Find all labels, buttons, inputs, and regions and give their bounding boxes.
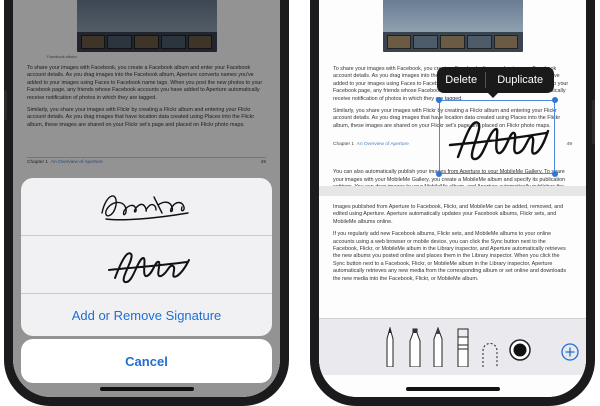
resize-handle[interactable] bbox=[552, 171, 558, 177]
add-remove-signature-button[interactable]: Add or Remove Signature bbox=[21, 294, 272, 336]
left-phone: Facebook album To share your images with… bbox=[4, 0, 289, 406]
signature-selection-box[interactable] bbox=[436, 97, 558, 177]
cancel-button[interactable]: Cancel bbox=[21, 339, 272, 383]
signature-option-1[interactable] bbox=[21, 178, 272, 236]
page-number: 49 bbox=[566, 142, 572, 148]
page-separator bbox=[319, 186, 586, 196]
pen-tool-icon[interactable] bbox=[385, 327, 395, 367]
document-paragraph: Images published from Aperture to Facebo… bbox=[333, 203, 564, 225]
context-menu: Delete Duplicate bbox=[437, 67, 554, 93]
signature-option-2[interactable] bbox=[21, 236, 272, 294]
chapter-label: Chapter 1 bbox=[333, 142, 355, 148]
resize-handle[interactable] bbox=[436, 97, 442, 103]
resize-handle[interactable] bbox=[436, 171, 442, 177]
volume-button bbox=[4, 90, 7, 120]
signature-sheet: Add or Remove Signature bbox=[21, 178, 272, 336]
marker-tool-icon[interactable] bbox=[409, 327, 421, 367]
eraser-tool-icon[interactable] bbox=[457, 327, 469, 367]
left-screen: Facebook album To share your images with… bbox=[13, 0, 280, 397]
home-indicator[interactable] bbox=[405, 387, 500, 391]
chapter-link[interactable]: An Overview of Aperture bbox=[357, 142, 409, 147]
right-screen: To share your images with Facebook, you … bbox=[319, 0, 586, 397]
context-menu-pointer bbox=[487, 92, 499, 98]
pencil-tool-icon[interactable] bbox=[433, 327, 443, 367]
document-paragraph: If you regularly add new Facebook albums… bbox=[333, 231, 567, 282]
signature-1-image bbox=[100, 194, 189, 220]
signature-2-image bbox=[107, 251, 190, 283]
side-button bbox=[592, 100, 595, 144]
placed-signature[interactable] bbox=[440, 101, 554, 173]
document-photo bbox=[382, 0, 523, 52]
resize-handle[interactable] bbox=[552, 97, 558, 103]
home-indicator[interactable] bbox=[99, 387, 194, 391]
markup-toolbar bbox=[319, 318, 586, 375]
add-icon[interactable] bbox=[561, 343, 579, 361]
right-phone: To share your images with Facebook, you … bbox=[310, 0, 595, 406]
duplicate-menu-item[interactable]: Duplicate bbox=[486, 74, 554, 86]
lasso-tool-icon[interactable] bbox=[481, 333, 499, 367]
color-picker-icon[interactable] bbox=[509, 339, 531, 361]
delete-menu-item[interactable]: Delete bbox=[437, 74, 485, 86]
